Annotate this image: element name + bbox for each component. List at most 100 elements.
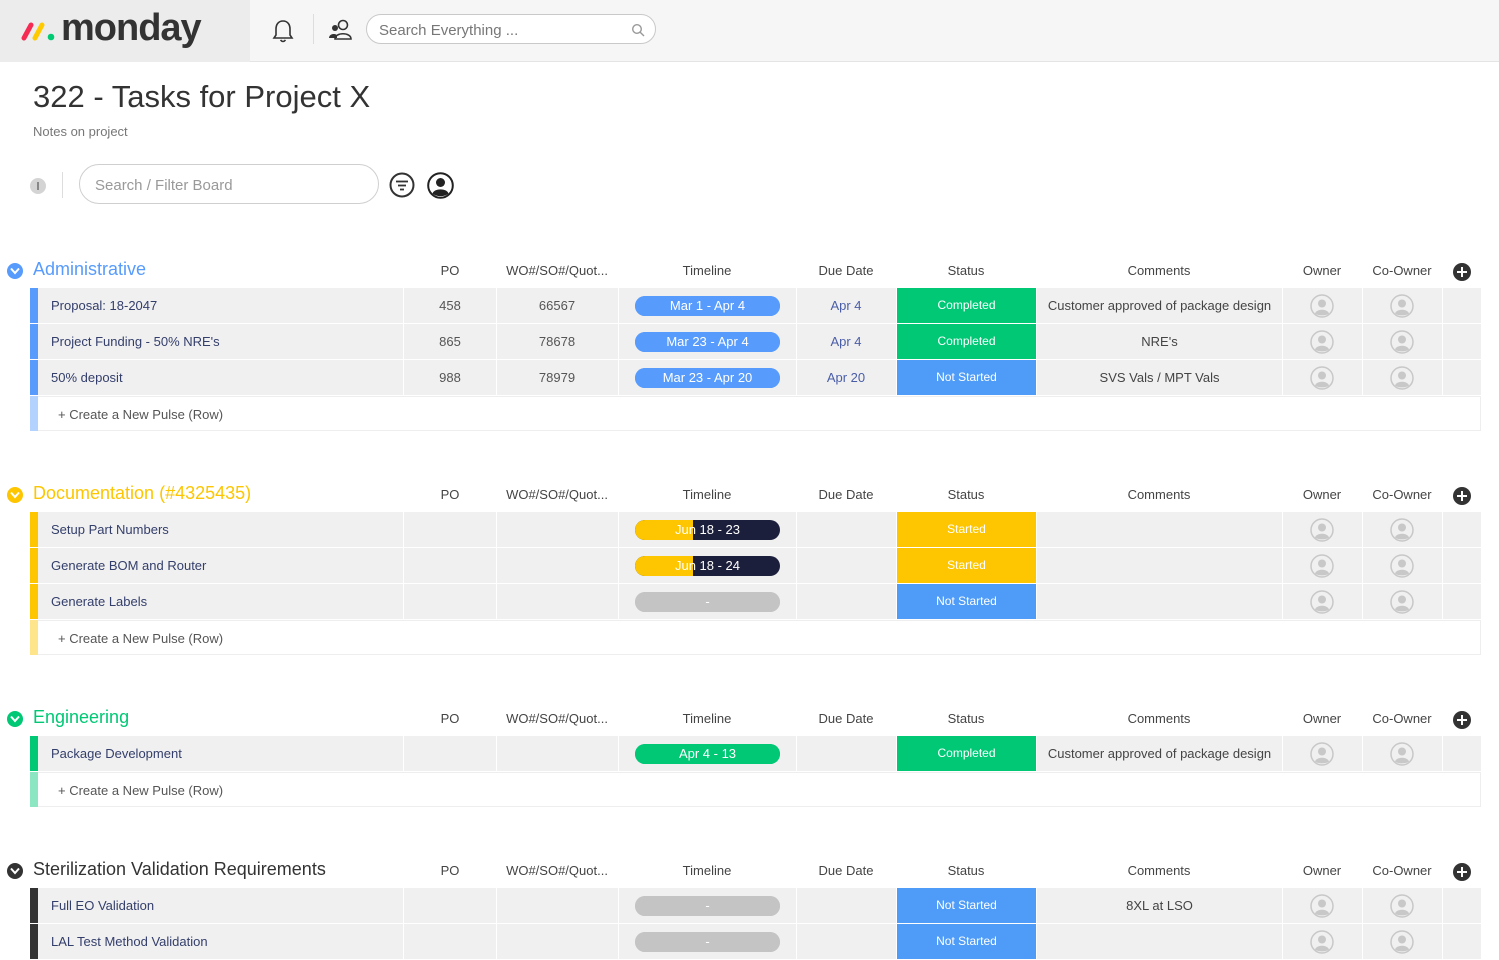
chevron-down-icon[interactable] [7, 263, 23, 279]
row-name[interactable]: LAL Test Method Validation [51, 934, 208, 949]
owner-avatar-icon[interactable] [1310, 554, 1334, 578]
timeline-pill[interactable]: - [635, 592, 780, 612]
row-name[interactable]: Proposal: 18-2047 [51, 298, 157, 313]
wo-value[interactable]: 78979 [497, 370, 617, 385]
chevron-down-icon[interactable] [7, 711, 23, 727]
owner-avatar-icon[interactable] [1310, 366, 1334, 390]
row-name[interactable]: Setup Part Numbers [51, 522, 169, 537]
table-row[interactable]: Proposal: 18-2047 458 66567 Mar 1 - Apr 4 Ap… [0, 288, 1499, 324]
coowner-avatar-icon[interactable] [1390, 554, 1414, 578]
owner-avatar-icon[interactable] [1310, 294, 1334, 318]
column-header-wo[interactable]: WO#/SO#/Quot... [492, 263, 622, 278]
filter-icon[interactable] [389, 172, 415, 198]
po-value[interactable]: 988 [405, 370, 495, 385]
po-value[interactable]: 458 [405, 298, 495, 313]
coowner-avatar-icon[interactable] [1390, 518, 1414, 542]
column-header-timeline[interactable]: Timeline [642, 487, 772, 502]
info-icon[interactable] [30, 178, 46, 194]
new-pulse-label[interactable]: + Create a New Pulse (Row) [58, 783, 223, 798]
column-header-due[interactable]: Due Date [781, 863, 911, 878]
column-header-due[interactable]: Due Date [781, 487, 911, 502]
global-search-input[interactable] [379, 20, 619, 40]
board-search-input[interactable] [95, 175, 355, 195]
comment-text[interactable]: NRE's [1037, 334, 1282, 349]
new-pulse-label[interactable]: + Create a New Pulse (Row) [58, 631, 223, 646]
due-date[interactable]: Apr 4 [801, 334, 891, 349]
timeline-pill[interactable]: - [635, 896, 780, 916]
chevron-down-icon[interactable] [7, 487, 23, 503]
search-icon[interactable] [631, 23, 645, 37]
status-badge[interactable]: Started [897, 548, 1036, 583]
status-badge[interactable]: Completed [897, 324, 1036, 359]
column-header-status[interactable]: Status [901, 711, 1031, 726]
board-description[interactable]: Notes on project [33, 124, 128, 139]
chevron-down-icon[interactable] [7, 863, 23, 879]
table-row[interactable]: Generate Labels - Not Started [0, 584, 1499, 620]
column-header-wo[interactable]: WO#/SO#/Quot... [492, 711, 622, 726]
table-row[interactable]: Generate BOM and Router Jun 18 - 24 Starte… [0, 548, 1499, 584]
due-date[interactable]: Apr 4 [801, 298, 891, 313]
row-name[interactable]: Package Development [51, 746, 182, 761]
person-filter-icon[interactable] [427, 172, 454, 199]
comment-text[interactable]: 8XL at LSO [1037, 898, 1282, 913]
row-name[interactable]: Generate Labels [51, 594, 147, 609]
status-badge[interactable]: Completed [897, 288, 1036, 323]
group-title[interactable]: Sterilization Validation Requirements [33, 859, 326, 880]
coowner-avatar-icon[interactable] [1390, 330, 1414, 354]
column-header-timeline[interactable]: Timeline [642, 263, 772, 278]
status-badge[interactable]: Not Started [897, 584, 1036, 619]
timeline-pill[interactable]: Jun 18 - 24 [635, 556, 780, 576]
column-header-coowner[interactable]: Co-Owner [1337, 711, 1467, 726]
status-badge[interactable]: Not Started [897, 888, 1036, 923]
board-search[interactable] [79, 164, 379, 204]
column-header-comments[interactable]: Comments [1094, 711, 1224, 726]
column-header-wo[interactable]: WO#/SO#/Quot... [492, 863, 622, 878]
owner-avatar-icon[interactable] [1310, 742, 1334, 766]
comment-text[interactable]: Customer approved of package design [1037, 746, 1282, 761]
row-name[interactable]: Generate BOM and Router [51, 558, 206, 573]
status-badge[interactable]: Not Started [897, 924, 1036, 959]
coowner-avatar-icon[interactable] [1390, 894, 1414, 918]
column-header-timeline[interactable]: Timeline [642, 863, 772, 878]
owner-avatar-icon[interactable] [1310, 930, 1334, 954]
timeline-pill[interactable]: Mar 1 - Apr 4 [635, 296, 780, 316]
row-name[interactable]: Full EO Validation [51, 898, 154, 913]
new-pulse-row[interactable]: + Create a New Pulse (Row) [0, 620, 1499, 655]
column-header-comments[interactable]: Comments [1094, 487, 1224, 502]
table-row[interactable]: Project Funding - 50% NRE's 865 78678 Mar 2… [0, 324, 1499, 360]
timeline-pill[interactable]: Mar 23 - Apr 20 [635, 368, 780, 388]
wo-value[interactable]: 78678 [497, 334, 617, 349]
coowner-avatar-icon[interactable] [1390, 742, 1414, 766]
owner-avatar-icon[interactable] [1310, 518, 1334, 542]
comment-text[interactable]: Customer approved of package design [1037, 298, 1282, 313]
group-title[interactable]: Documentation (#4325435) [33, 483, 251, 504]
column-header-status[interactable]: Status [901, 263, 1031, 278]
people-icon[interactable] [328, 17, 354, 43]
table-row[interactable]: 50% deposit 988 78979 Mar 23 - Apr 20 Apr 20… [0, 360, 1499, 396]
table-row[interactable]: Package Development Apr 4 - 13 Completed Cu… [0, 736, 1499, 772]
column-header-comments[interactable]: Comments [1094, 863, 1224, 878]
column-header-status[interactable]: Status [901, 863, 1031, 878]
column-header-coowner[interactable]: Co-Owner [1337, 487, 1467, 502]
logo-area[interactable]: monday [0, 0, 250, 62]
due-date[interactable]: Apr 20 [801, 370, 891, 385]
new-pulse-row[interactable]: + Create a New Pulse (Row) [0, 772, 1499, 807]
owner-avatar-icon[interactable] [1310, 590, 1334, 614]
column-header-due[interactable]: Due Date [781, 263, 911, 278]
add-column-icon[interactable] [1453, 711, 1471, 729]
timeline-pill[interactable]: Mar 23 - Apr 4 [635, 332, 780, 352]
board-title[interactable]: 322 - Tasks for Project X [33, 79, 370, 115]
new-pulse-row[interactable]: + Create a New Pulse (Row) [0, 396, 1499, 431]
column-header-coowner[interactable]: Co-Owner [1337, 263, 1467, 278]
new-pulse-label[interactable]: + Create a New Pulse (Row) [58, 407, 223, 422]
status-badge[interactable]: Completed [897, 736, 1036, 771]
owner-avatar-icon[interactable] [1310, 894, 1334, 918]
table-row[interactable]: Setup Part Numbers Jun 18 - 23 Started [0, 512, 1499, 548]
timeline-pill[interactable]: Jun 18 - 23 [635, 520, 780, 540]
coowner-avatar-icon[interactable] [1390, 930, 1414, 954]
table-row[interactable]: LAL Test Method Validation - Not Started [0, 924, 1499, 960]
coowner-avatar-icon[interactable] [1390, 590, 1414, 614]
wo-value[interactable]: 66567 [497, 298, 617, 313]
group-title[interactable]: Administrative [33, 259, 146, 280]
coowner-avatar-icon[interactable] [1390, 294, 1414, 318]
